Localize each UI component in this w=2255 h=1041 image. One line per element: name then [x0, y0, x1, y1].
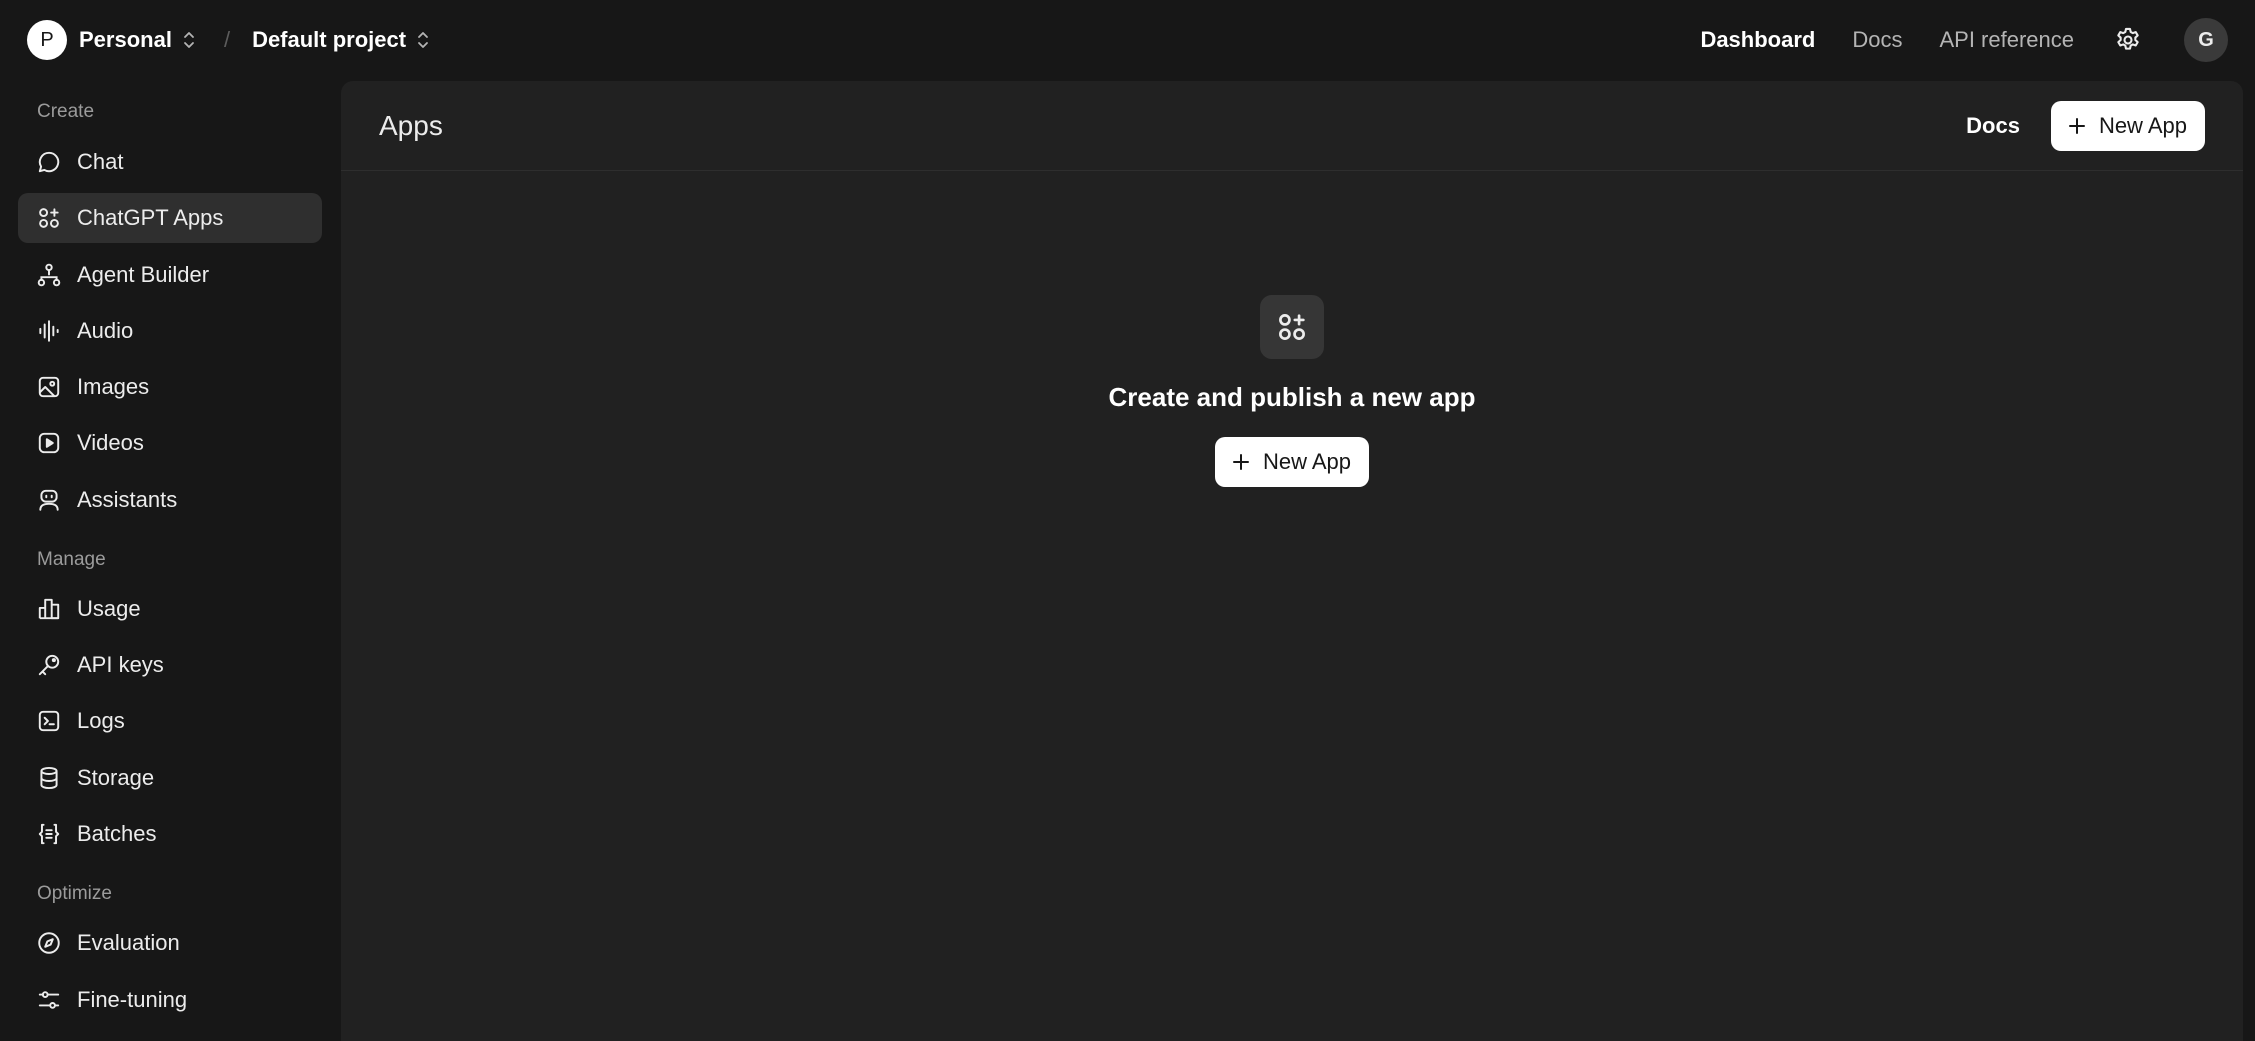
empty-state-title: Create and publish a new app — [1108, 382, 1476, 412]
database-icon — [36, 765, 62, 791]
top-nav: Dashboard Docs API reference G — [1700, 18, 2228, 62]
apps-grid-icon — [36, 205, 62, 231]
new-app-button[interactable]: New App — [2050, 100, 2205, 151]
robot-icon — [36, 487, 62, 513]
sidebar-item-label: Batches — [77, 821, 157, 846]
nav-link-api-reference[interactable]: API reference — [1939, 27, 2074, 53]
sliders-icon — [36, 987, 62, 1013]
sidebar-item-label: Evaluation — [77, 930, 180, 955]
chevron-up-down-icon — [416, 29, 430, 51]
empty-state-new-app-label: New App — [1262, 449, 1352, 474]
plus-icon — [2067, 116, 2087, 136]
compass-icon — [36, 930, 62, 956]
section-label-create: Create — [37, 101, 95, 122]
sidebar-item-label: Logs — [77, 708, 125, 733]
sidebar-item-batches[interactable]: Batches — [18, 809, 322, 859]
org-switcher[interactable]: P Personal — [27, 20, 196, 60]
video-play-icon — [36, 430, 62, 456]
sidebar-item-chat[interactable]: Chat — [18, 137, 322, 187]
empty-state: Create and publish a new app New App — [341, 295, 2243, 487]
chevron-up-down-icon — [182, 29, 196, 51]
sidebar-item-storage[interactable]: Storage — [18, 753, 322, 803]
sidebar-item-audio[interactable]: Audio — [18, 306, 322, 356]
gear-icon — [2117, 27, 2139, 50]
apps-grid-icon — [1260, 295, 1324, 359]
nav-link-dashboard[interactable]: Dashboard — [1700, 27, 1815, 53]
sidebar-item-logs[interactable]: Logs — [18, 696, 322, 746]
agent-tree-icon — [36, 262, 62, 288]
panel-header: Apps Docs New App — [341, 81, 2243, 171]
org-name: Personal — [79, 27, 172, 52]
docs-link[interactable]: Docs — [1966, 113, 2020, 139]
top-bar: P Personal / Default project Dashboard D… — [0, 0, 2255, 80]
braces-list-icon — [36, 821, 62, 847]
sidebar-item-assistants[interactable]: Assistants — [18, 475, 322, 525]
sidebar-item-label: Audio — [77, 318, 134, 343]
section-label-manage: Manage — [37, 549, 106, 570]
sidebar-item-images[interactable]: Images — [18, 362, 322, 412]
main-panel: Apps Docs New App Create and publish a n… — [341, 81, 2243, 1041]
sidebar-item-label: Storage — [77, 765, 155, 790]
project-switcher[interactable]: Default project — [252, 27, 430, 53]
bar-chart-icon — [36, 596, 62, 622]
sidebar-item-label: Images — [77, 374, 150, 399]
sidebar-item-label: Usage — [77, 596, 141, 621]
sidebar-item-agent-builder[interactable]: Agent Builder — [18, 250, 322, 300]
key-icon — [36, 652, 62, 678]
settings-button[interactable] — [2112, 24, 2144, 56]
sidebar-item-label: Assistants — [77, 487, 178, 512]
sidebar-item-videos[interactable]: Videos — [18, 418, 322, 468]
sidebar-item-api-keys[interactable]: API keys — [18, 640, 322, 690]
project-name: Default project — [252, 27, 407, 52]
sidebar-item-chatgpt-apps[interactable]: ChatGPT Apps — [18, 193, 322, 243]
sidebar: Create Chat ChatGPT Apps Agent Builder A… — [0, 80, 340, 1023]
page-title: Apps — [379, 109, 443, 141]
empty-state-new-app-button[interactable]: New App — [1214, 437, 1370, 487]
terminal-icon — [36, 708, 62, 734]
image-icon — [36, 374, 62, 400]
sidebar-item-usage[interactable]: Usage — [18, 584, 322, 634]
user-avatar[interactable]: G — [2184, 18, 2228, 62]
panel-header-actions: Docs New App — [1966, 100, 2205, 151]
sidebar-item-fine-tuning[interactable]: Fine-tuning — [18, 975, 322, 1025]
new-app-button-label: New App — [2098, 112, 2187, 138]
sidebar-item-label: API keys — [77, 652, 164, 677]
section-label-optimize: Optimize — [37, 883, 112, 904]
nav-link-docs[interactable]: Docs — [1852, 27, 1902, 53]
sidebar-item-evaluation[interactable]: Evaluation — [18, 918, 322, 968]
chat-bubble-icon — [36, 149, 62, 175]
audio-wave-icon — [36, 318, 62, 344]
plus-icon — [1231, 452, 1251, 472]
sidebar-item-label: ChatGPT Apps — [77, 205, 224, 230]
org-avatar: P — [27, 20, 67, 60]
sidebar-item-label: Videos — [77, 430, 144, 455]
sidebar-item-label: Chat — [77, 149, 124, 174]
sidebar-item-label: Fine-tuning — [77, 987, 188, 1012]
breadcrumb-separator: / — [223, 27, 231, 52]
sidebar-item-label: Agent Builder — [77, 262, 210, 287]
